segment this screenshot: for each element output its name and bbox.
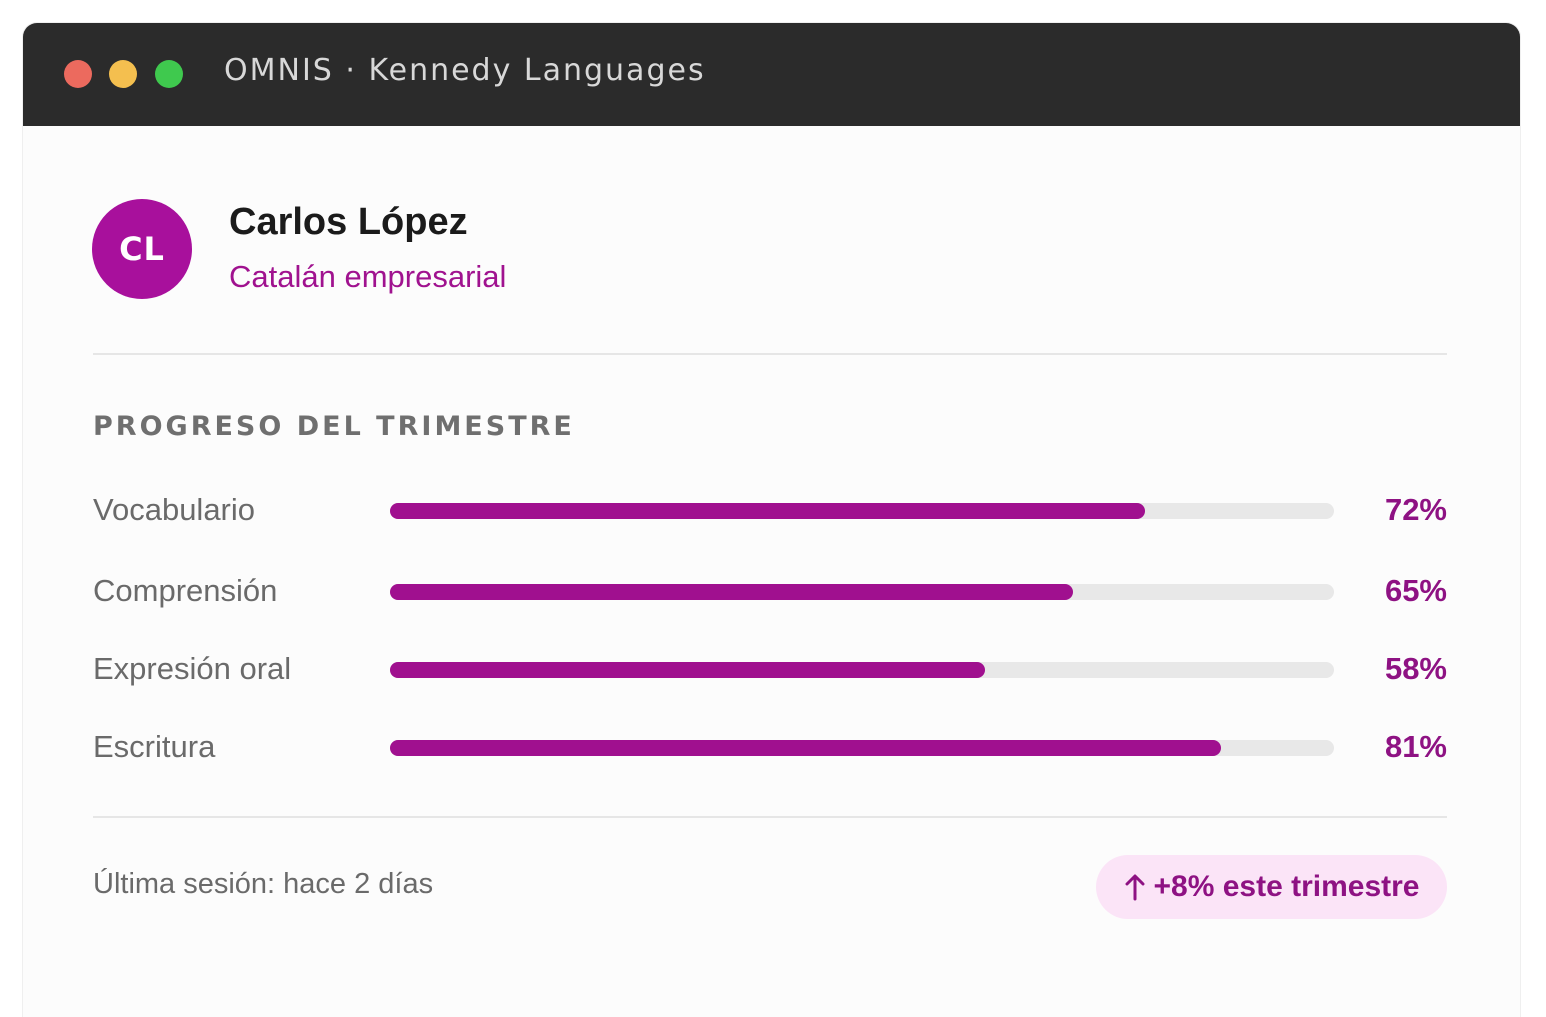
close-window-button[interactable] <box>64 60 92 88</box>
progress-track <box>390 503 1334 519</box>
skill-percent: 81% <box>1384 729 1447 764</box>
progress-track <box>390 740 1334 756</box>
skill-percent: 65% <box>1384 573 1447 608</box>
arrow-up-icon <box>1125 874 1144 901</box>
skill-label: Escritura <box>93 729 216 764</box>
progress-fill <box>390 662 985 678</box>
window-title: OMNIS · Kennedy Languages <box>224 53 706 88</box>
course-name: Catalán empresarial <box>229 259 507 294</box>
divider <box>93 353 1447 355</box>
trend-badge: +8% este trimestre <box>1096 855 1447 919</box>
skill-label: Vocabulario <box>93 492 256 527</box>
progress-fill <box>390 584 1074 600</box>
skill-percent: 72% <box>1384 492 1447 527</box>
title-bar: OMNIS · Kennedy Languages <box>23 23 1520 126</box>
minimize-window-button[interactable] <box>109 60 137 88</box>
progress-track <box>390 662 1334 678</box>
section-title: PROGRESO DEL TRIMESTRE <box>93 411 575 442</box>
progress-fill <box>390 503 1146 519</box>
skill-row-vocabulario: Vocabulario 72% <box>93 490 1447 530</box>
divider <box>93 816 1447 818</box>
skill-percent: 58% <box>1384 651 1447 686</box>
maximize-window-button[interactable] <box>155 60 183 88</box>
student-name: Carlos López <box>229 201 468 243</box>
skill-label: Comprensión <box>93 573 278 608</box>
skill-row-escritura: Escritura 81% <box>93 727 1447 767</box>
progress-track <box>390 584 1334 600</box>
avatar: CL <box>92 199 192 299</box>
last-session-text: Última sesión: hace 2 días <box>93 868 434 900</box>
skill-row-expresion-oral: Expresión oral 58% <box>93 649 1447 689</box>
skill-row-comprension: Comprensión 65% <box>93 571 1447 611</box>
trend-label: +8% este trimestre <box>1153 870 1420 903</box>
app-window: OMNIS · Kennedy Languages CL Carlos Lópe… <box>23 23 1520 1017</box>
progress-fill <box>390 740 1221 756</box>
skill-label: Expresión oral <box>93 651 292 686</box>
